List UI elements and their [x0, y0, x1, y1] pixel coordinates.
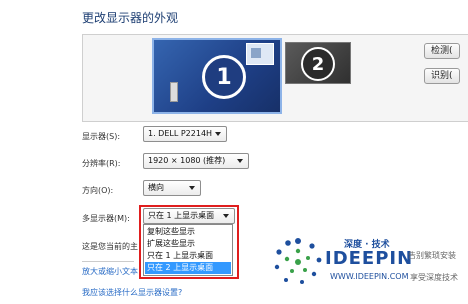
window-icon [246, 43, 274, 65]
highlight-outline [139, 205, 239, 279]
brand-slogan-1: 告别繁琐安装 [408, 251, 456, 260]
current-display-text: 这是您当前的主 [82, 242, 138, 251]
resolution-label: 分辨率(R): [82, 159, 121, 168]
which-settings-link[interactable]: 我应该选择什么显示器设置? [82, 287, 182, 298]
brand-slogan-2: 享受深度技术 [410, 273, 458, 282]
enlarge-text-link[interactable]: 放大或缩小文本 [82, 266, 138, 277]
orientation-select[interactable]: 横向 [143, 180, 201, 196]
resolution-select[interactable]: 1920 × 1080 (推荐) [143, 153, 249, 169]
display-label: 显示器(S): [82, 132, 121, 141]
orientation-select-value: 横向 [148, 183, 164, 192]
detect-button[interactable]: 检测( [424, 43, 460, 59]
brand-english-name: IDEEPIN [325, 248, 414, 269]
monitor-2-preview[interactable]: 2 [285, 42, 351, 84]
multiple-displays-label: 多显示器(M): [82, 214, 130, 223]
ideepin-logo-icon [274, 238, 322, 284]
orientation-label: 方向(O): [82, 186, 114, 195]
monitor-2-number: 2 [301, 47, 335, 81]
resolution-select-value: 1920 × 1080 (推荐) [148, 156, 226, 165]
identify-button[interactable]: 识别( [424, 68, 460, 84]
monitor-1-preview[interactable]: 1 [152, 38, 282, 114]
page-title: 更改显示器的外观 [82, 11, 179, 25]
monitor-1-number: 1 [202, 55, 246, 99]
divider [82, 261, 134, 262]
computer-tower-icon [170, 82, 178, 102]
display-select-value: 1. DELL P2214H [148, 129, 213, 138]
brand-website: WWW.IDEEPIN.COM [330, 272, 409, 281]
display-select[interactable]: 1. DELL P2214H [143, 126, 227, 142]
